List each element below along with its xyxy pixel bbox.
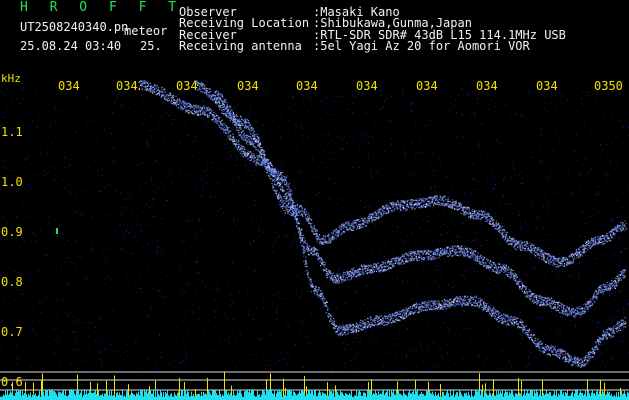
frequency-tick: 0.8 bbox=[1, 275, 23, 289]
frequency-tick: 1.1 bbox=[1, 125, 23, 139]
meteor-label: meteor bbox=[124, 24, 168, 38]
datetime: 25.08.24 03:40 bbox=[20, 39, 122, 53]
time-tick: 034 bbox=[176, 79, 198, 93]
time-tick: 034 bbox=[356, 79, 378, 93]
spectrogram-plot bbox=[0, 80, 629, 400]
antenna-label: Receiving antenna bbox=[179, 39, 302, 53]
time-tick: 034 bbox=[237, 79, 259, 93]
time-tick: 0350 bbox=[594, 79, 623, 93]
antenna-value: :5el Yagi Az 20 for Aomori VOR bbox=[313, 39, 530, 53]
time-tick: 034 bbox=[416, 79, 438, 93]
frequency-tick: 0.6 bbox=[1, 375, 23, 389]
meteor-echo-marker bbox=[56, 228, 58, 234]
time-tick: 034 bbox=[58, 79, 80, 93]
signal-strength-baseline bbox=[0, 371, 629, 400]
meteor-doppler-traces bbox=[139, 80, 627, 368]
frequency-tick: 1.0 bbox=[1, 175, 23, 189]
frame-number: 25. bbox=[140, 39, 162, 53]
frequency-tick: 0.7 bbox=[1, 325, 23, 339]
frequency-unit-label: kHz bbox=[1, 72, 21, 85]
frequency-tick: 0.9 bbox=[1, 225, 23, 239]
time-tick: 034 bbox=[536, 79, 558, 93]
time-tick: 0342 bbox=[116, 79, 140, 93]
program-title: H R O F F T bbox=[20, 0, 184, 15]
time-tick: 034 bbox=[476, 79, 498, 93]
filename: UT2508240340.pn bbox=[20, 20, 129, 34]
time-tick: 034 bbox=[296, 79, 318, 93]
